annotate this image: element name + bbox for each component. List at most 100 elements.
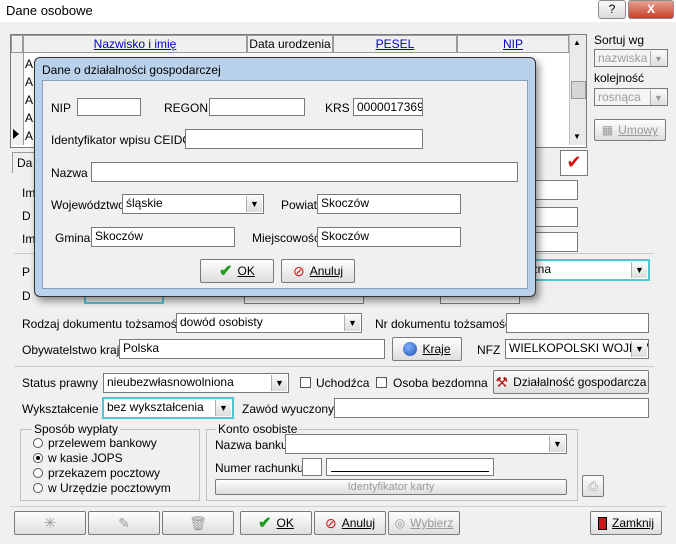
payment-radio-przekaz[interactable] [33,468,43,478]
sort-order-select[interactable]: rosnąca ▼ [594,88,668,106]
edit-icon: ✎ [118,514,130,531]
nip-input[interactable] [77,98,141,116]
check-icon: ✔ [258,515,272,532]
payment-option-label: w kasie JOPS [48,451,123,465]
miejscowosc-input[interactable]: Skoczów [317,227,461,247]
bank-select[interactable]: ▼ [285,434,567,454]
close-window-button[interactable]: X [628,0,674,19]
sort-order-value: rosnąca [598,90,641,104]
cancel-label: Anuluj [341,516,376,530]
chevron-down-icon: ▼ [650,51,666,66]
table-row[interactable]: A [25,73,33,91]
sort-order-label: kolejność [594,71,645,85]
payment-option-label: przekazem pocztowy [48,466,161,480]
delete-record-button[interactable]: 🗑 [162,511,234,535]
close-label: Zamknij [611,516,654,530]
ok-button[interactable]: ✔ OK [240,511,312,535]
dialog-cancel-button[interactable]: ⊘ Anuluj [281,259,355,283]
bezdomna-checkbox[interactable] [376,377,387,388]
col-header-nazwisko[interactable]: Nazwisko i imię [23,35,247,53]
hidden-select[interactable]: ężna ▼ [520,259,650,281]
table-row[interactable]: A [25,127,33,145]
gmina-input[interactable]: Skoczów [91,227,235,247]
nr-dok-input[interactable] [506,313,649,333]
kraje-button[interactable]: Kraje [392,337,462,361]
rodzaj-dok-select[interactable]: dowód osobisty ▼ [176,313,362,333]
payment-option-label: przelewem bankowy [48,436,157,450]
col-header-data-urodzenia[interactable]: Data urodzenia [247,35,333,53]
printer-icon: ⎙ [588,478,598,493]
umowy-button[interactable]: ▦ Umowy [594,119,666,141]
nip-label: NIP [51,101,72,115]
col-header-data-label: Data urodzenia [249,37,331,51]
tools-icon: ⚒ [495,373,509,390]
close-button[interactable]: Zamknij [590,511,662,535]
no-entry-icon: ⊘ [292,262,305,279]
close-icon: X [646,2,655,16]
dzialalnosc-button[interactable]: ⚒ Działalność gospodarcza [493,370,649,394]
help-button[interactable]: ? [598,0,626,19]
payment-radio-urzad[interactable] [33,483,43,493]
table-row[interactable]: A [25,91,33,109]
nfz-select[interactable]: WIELKOPOLSKI WOJEW ▼ [505,339,649,359]
powiat-value: Skoczów [321,196,370,210]
bg-label-stub: P [22,265,31,279]
wojewodztwo-select[interactable]: śląskie ▼ [122,194,264,214]
obywatelstwo-input[interactable]: Polska [119,339,385,359]
payment-radio-kasa[interactable] [33,453,43,463]
table-row[interactable]: A [25,109,33,127]
bg-label-stub: D [22,209,31,223]
krs-input[interactable]: 0000017369 [353,98,423,116]
sparkle-icon: ✳ [43,515,57,532]
scroll-down-icon[interactable]: ▼ [573,132,581,141]
wojewodztwo-value: śląskie [126,196,163,210]
status-select[interactable]: nieubezwłasnowolniona ▼ [103,373,289,393]
edit-record-button[interactable]: ✎ [88,511,160,535]
col-header-nip[interactable]: NIP [457,35,569,53]
id-card-button[interactable]: Identyfikator karty [215,479,567,495]
wyksztalcenie-select[interactable]: bez wykształcenia ▼ [102,397,234,419]
wyksztalcenie-value: bez wykształcenia [107,400,204,414]
regon-input[interactable] [209,98,305,116]
chevron-down-icon: ▼ [246,196,262,212]
cancel-button[interactable]: ⊘ Anuluj [314,511,386,535]
dialog-ok-button[interactable]: ✔ OK [200,259,274,283]
powiat-input[interactable]: Skoczów [317,194,461,214]
payment-radio-przelew[interactable] [33,438,43,448]
current-row-arrow-icon [13,129,19,139]
bg-field[interactable] [534,207,578,227]
col-header-pesel[interactable]: PESEL [333,35,457,53]
status-label: Status prawny [22,376,99,390]
account-number-input[interactable] [326,458,494,476]
bg-field[interactable] [534,180,578,200]
no-entry-icon: ⊘ [324,514,337,531]
rodzaj-dok-label: Rodzaj dokumentu tożsamości [22,317,186,331]
gmina-value: Skoczów [95,229,144,243]
confirm-check-icon[interactable]: ✔ [560,150,588,176]
exit-door-icon [597,516,607,530]
choose-button[interactable]: ◎ Wybierz [388,511,460,535]
new-record-button[interactable]: ✳ [14,511,86,535]
zawod-input[interactable] [334,398,649,418]
tab-dane[interactable]: Da [12,152,36,173]
payment-option-label: w Urzędzie pocztowym [48,481,171,495]
sort-by-select[interactable]: nazwiska ▼ [594,49,668,67]
table-row[interactable]: A [25,55,33,73]
gmina-label: Gmina [55,231,91,245]
status-value: nieubezwłasnowolniona [107,375,234,389]
chevron-down-icon: ▼ [631,341,647,357]
bg-label-stub: D [22,289,31,303]
ceidg-input[interactable] [185,129,423,149]
nazwa-label: Nazwa [51,166,88,180]
print-button[interactable]: ⎙ [582,475,604,497]
rodzaj-dok-value: dowód osobisty [180,315,263,329]
account-number-prefix[interactable] [302,458,322,476]
uchodzca-checkbox[interactable] [300,377,311,388]
nazwa-input[interactable] [91,162,518,182]
dialog-cancel-label: Anuluj [309,264,344,278]
scroll-thumb[interactable] [571,81,586,99]
umowy-label: Umowy [618,123,659,137]
grid-scrollbar[interactable]: ▲ ▼ [569,35,586,145]
bg-field[interactable] [534,232,578,252]
scroll-up-icon[interactable]: ▲ [573,38,581,47]
